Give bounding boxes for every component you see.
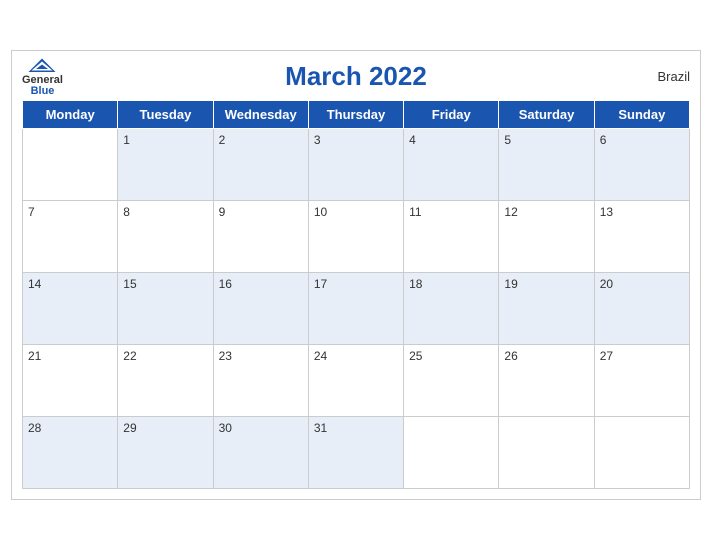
day-number: 23 [219, 349, 232, 363]
header-row: Monday Tuesday Wednesday Thursday Friday… [23, 101, 690, 129]
day-number: 28 [28, 421, 41, 435]
day-cell: 4 [404, 129, 499, 201]
day-cell: 28 [23, 417, 118, 489]
day-cell: 12 [499, 201, 594, 273]
day-number: 14 [28, 277, 41, 291]
day-number: 18 [409, 277, 422, 291]
day-cell: 18 [404, 273, 499, 345]
week-row-1: 7 8 9 10 11 12 13 [23, 201, 690, 273]
day-cell: 30 [213, 417, 308, 489]
day-number: 10 [314, 205, 327, 219]
day-number: 22 [123, 349, 136, 363]
day-number: 19 [504, 277, 517, 291]
day-number: 3 [314, 133, 321, 147]
day-cell: 21 [23, 345, 118, 417]
day-cell: 15 [118, 273, 213, 345]
day-cell [499, 417, 594, 489]
day-number: 8 [123, 205, 130, 219]
week-row-0: 1 2 3 4 5 6 [23, 129, 690, 201]
calendar-title: March 2022 [285, 61, 427, 92]
day-number: 17 [314, 277, 327, 291]
col-friday: Friday [404, 101, 499, 129]
country-label: Brazil [657, 69, 690, 84]
day-number: 9 [219, 205, 226, 219]
day-number: 25 [409, 349, 422, 363]
day-number: 6 [600, 133, 607, 147]
logo-general-text: General [22, 75, 63, 86]
day-cell [23, 129, 118, 201]
day-cell: 3 [308, 129, 403, 201]
day-cell: 25 [404, 345, 499, 417]
day-cell: 20 [594, 273, 689, 345]
day-number: 27 [600, 349, 613, 363]
col-monday: Monday [23, 101, 118, 129]
day-cell: 2 [213, 129, 308, 201]
day-cell: 22 [118, 345, 213, 417]
day-cell: 17 [308, 273, 403, 345]
day-cell: 23 [213, 345, 308, 417]
week-row-4: 28 29 30 31 [23, 417, 690, 489]
calendar-container: General Blue March 2022 Brazil Monday Tu… [11, 50, 701, 500]
day-cell: 6 [594, 129, 689, 201]
col-saturday: Saturday [499, 101, 594, 129]
day-number: 15 [123, 277, 136, 291]
day-cell: 16 [213, 273, 308, 345]
day-number: 21 [28, 349, 41, 363]
day-cell: 8 [118, 201, 213, 273]
day-number: 29 [123, 421, 136, 435]
logo-blue-text: Blue [31, 86, 55, 97]
day-number: 5 [504, 133, 511, 147]
day-cell: 11 [404, 201, 499, 273]
week-row-3: 21 22 23 24 25 26 27 [23, 345, 690, 417]
day-number: 7 [28, 205, 35, 219]
day-number: 24 [314, 349, 327, 363]
day-number: 20 [600, 277, 613, 291]
day-cell: 26 [499, 345, 594, 417]
logo-area: General Blue [22, 57, 63, 97]
day-cell: 14 [23, 273, 118, 345]
day-cell: 27 [594, 345, 689, 417]
calendar-body: 1234567891011121314151617181920212223242… [23, 129, 690, 489]
col-thursday: Thursday [308, 101, 403, 129]
day-cell: 13 [594, 201, 689, 273]
day-cell: 5 [499, 129, 594, 201]
day-number: 2 [219, 133, 226, 147]
day-cell [594, 417, 689, 489]
week-row-2: 14 15 16 17 18 19 20 [23, 273, 690, 345]
day-cell: 31 [308, 417, 403, 489]
day-cell: 1 [118, 129, 213, 201]
day-number: 30 [219, 421, 232, 435]
day-cell: 10 [308, 201, 403, 273]
calendar-table: Monday Tuesday Wednesday Thursday Friday… [22, 100, 690, 489]
day-number: 11 [409, 205, 421, 219]
day-cell: 7 [23, 201, 118, 273]
day-cell: 24 [308, 345, 403, 417]
day-cell: 29 [118, 417, 213, 489]
day-number: 1 [123, 133, 130, 147]
day-number: 26 [504, 349, 517, 363]
day-number: 12 [504, 205, 517, 219]
day-cell: 19 [499, 273, 594, 345]
day-number: 4 [409, 133, 416, 147]
day-number: 16 [219, 277, 232, 291]
generalblue-logo-icon [27, 57, 57, 75]
day-cell: 9 [213, 201, 308, 273]
day-cell [404, 417, 499, 489]
col-wednesday: Wednesday [213, 101, 308, 129]
day-number: 31 [314, 421, 327, 435]
col-sunday: Sunday [594, 101, 689, 129]
day-number: 13 [600, 205, 613, 219]
col-tuesday: Tuesday [118, 101, 213, 129]
calendar-header: General Blue March 2022 Brazil [22, 61, 690, 92]
